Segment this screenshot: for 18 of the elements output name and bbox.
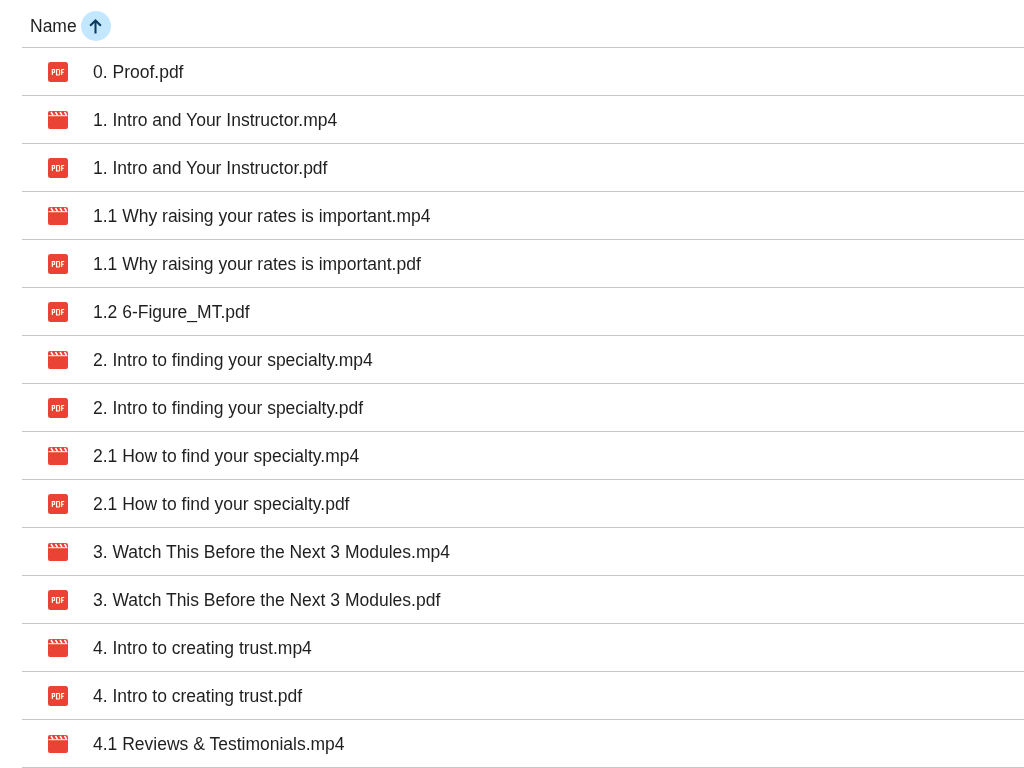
file-name[interactable]: 3. Watch This Before the Next 3 Modules.mp4	[93, 540, 450, 563]
column-header[interactable]: Name	[30, 14, 77, 37]
file-name[interactable]: 1.1 Why raising your rates is important.pdf	[93, 252, 421, 275]
file-name[interactable]: 2. Intro to finding your specialty.mp4	[93, 348, 373, 371]
file-name[interactable]: 2.1 How to find your specialty.mp4	[93, 444, 360, 467]
file-name[interactable]: 4. Intro to creating trust.pdf	[93, 684, 303, 707]
file-name[interactable]: 1. Intro and Your Instructor.pdf	[93, 156, 328, 179]
sort-button[interactable]	[80, 10, 111, 41]
file-name[interactable]: 4. Intro to creating trust.mp4	[93, 636, 312, 659]
file-name[interactable]: 2.1 How to find your specialty.pdf	[93, 492, 350, 515]
file-name[interactable]: 2. Intro to finding your specialty.pdf	[93, 396, 364, 419]
file-name[interactable]: 4.1 Reviews & Testimonials.mp4	[93, 732, 345, 755]
arrow-up-icon	[89, 17, 103, 34]
file-name[interactable]: 1.2 6-Figure_MT.pdf	[93, 300, 250, 323]
file-name[interactable]: 1. Intro and Your Instructor.mp4	[93, 108, 338, 131]
file-name[interactable]: 0. Proof.pdf	[93, 60, 184, 83]
file-name[interactable]: 1.1 Why raising your rates is important.mp4	[93, 204, 431, 227]
file-name[interactable]: 3. Watch This Before the Next 3 Modules.pdf	[93, 588, 441, 611]
